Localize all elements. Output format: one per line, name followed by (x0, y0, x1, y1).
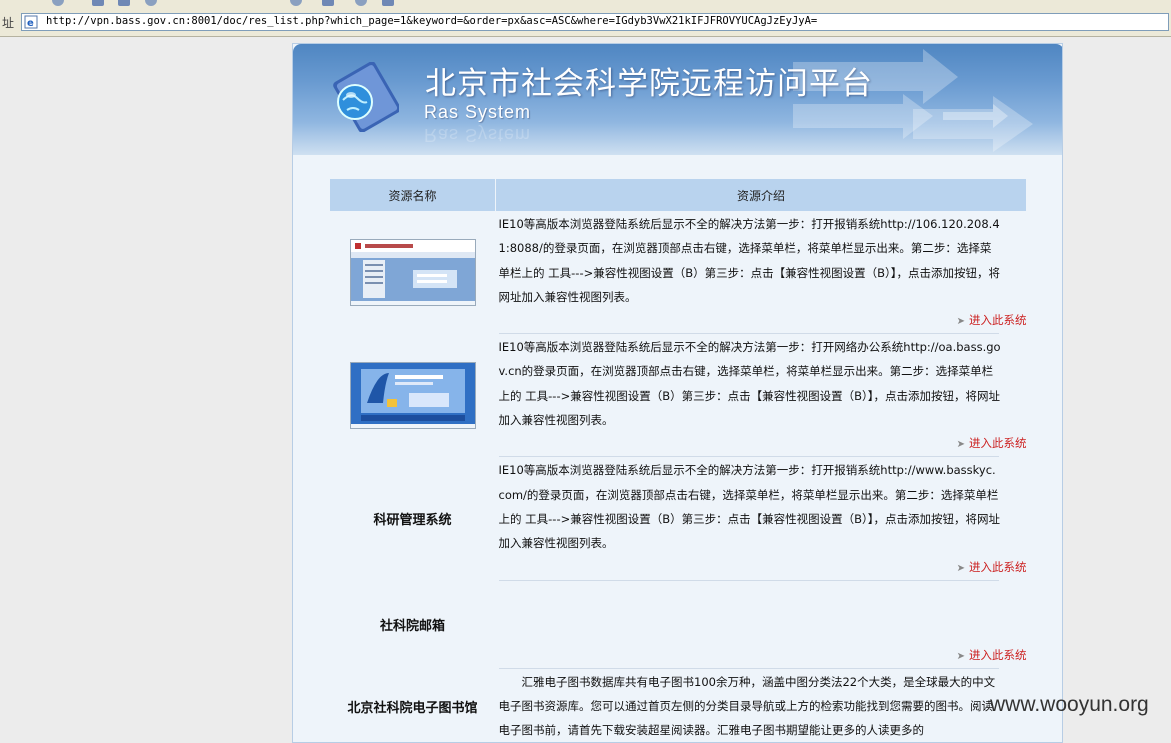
watermark-text: www.wooyun.org (990, 693, 1149, 716)
link-cell: ➤ 进入此系统 (496, 309, 1027, 333)
finance-system-thumbnail[interactable] (349, 239, 476, 307)
link-cell: ➤ 进入此系统 (496, 432, 1027, 456)
address-bar: 址 e http://vpn.bass.gov.cn:8001/doc/res_… (0, 10, 1171, 37)
page-icon[interactable] (92, 0, 104, 6)
resource-desc-cell: IE10等高版本浏览器登陆系统后显示不全的解决方法第一步：打开报销系统http:… (496, 458, 1027, 555)
favorites-icon[interactable] (322, 0, 334, 6)
enter-system-link[interactable]: 进入此系统 (969, 313, 1027, 327)
arrow-bullet-icon: ➤ (956, 562, 965, 574)
page-container: 北京市社会科学院远程访问平台 Ras System Ras System 资源名… (292, 43, 1063, 743)
url-text: http://vpn.bass.gov.cn:8001/doc/res_list… (46, 15, 818, 27)
svg-text:e: e (27, 18, 34, 29)
link-cell: ➤ 进入此系统 (496, 556, 1027, 580)
table-row: 科研管理系统 IE10等高版本浏览器登陆系统后显示不全的解决方法第一步：打开报销… (330, 458, 1027, 555)
refresh-icon[interactable] (145, 0, 157, 6)
resource-name-cell (330, 335, 496, 456)
column-header-desc: 资源介绍 (495, 178, 1027, 212)
page-title: 北京市社会科学院远程访问平台 (425, 66, 873, 102)
address-label: 址 (2, 16, 15, 30)
resource-name-cell (330, 212, 496, 334)
header-banner: 北京市社会科学院远程访问平台 Ras System Ras System (293, 44, 1062, 155)
globe-book-logo-icon (333, 62, 399, 132)
table-row: IE10等高版本浏览器登陆系统后显示不全的解决方法第一步：打开报销系统http:… (330, 212, 1027, 310)
resource-table: 资源名称 资源介绍 IE10等高版本浏览器登陆系统后显示不全的解决方法第一步：打… (329, 178, 1027, 742)
table-row: IE10等高版本浏览器登陆系统后显示不全的解决方法第一步：打开网络办公系统htt… (330, 335, 1027, 432)
resource-description: 汇雅电子图书数据库共有电子图书100余万种，涵盖中图分类法22个大类，是全球最大… (498, 674, 996, 738)
arrow-bullet-icon: ➤ (956, 650, 965, 662)
link-cell: ➤ 进入此系统 (496, 644, 1027, 668)
resource-desc-cell (496, 582, 1027, 644)
enter-system-link[interactable]: 进入此系统 (969, 648, 1027, 662)
resource-description (496, 582, 1027, 644)
office-automation-thumbnail[interactable] (349, 362, 476, 430)
column-header-name: 资源名称 (329, 178, 496, 212)
enter-system-link[interactable]: 进入此系统 (969, 436, 1027, 450)
resource-description: IE10等高版本浏览器登陆系统后显示不全的解决方法第一步：打开报销系统http:… (498, 217, 1001, 304)
home-icon[interactable] (290, 0, 302, 6)
resource-desc-cell: IE10等高版本浏览器登陆系统后显示不全的解决方法第一步：打开报销系统http:… (496, 212, 1027, 310)
resource-description: IE10等高版本浏览器登陆系统后显示不全的解决方法第一步：打开网络办公系统htt… (498, 340, 1001, 428)
page-subtitle: Ras System (424, 102, 532, 122)
resource-name-cell: 北京社科院电子图书馆 (347, 700, 478, 716)
enter-system-link[interactable]: 进入此系统 (969, 560, 1027, 574)
mail-icon[interactable] (382, 0, 394, 6)
resource-desc-cell: IE10等高版本浏览器登陆系统后显示不全的解决方法第一步：打开网络办公系统htt… (496, 335, 1027, 432)
resource-desc-cell: 汇雅电子图书数据库共有电子图书100余万种，涵盖中图分类法22个大类，是全球最大… (496, 670, 1027, 742)
history-icon[interactable] (355, 0, 367, 6)
subtitle-reflection: Ras System (424, 125, 532, 145)
arrow-bullet-icon: ➤ (956, 439, 965, 451)
resource-name-cell: 科研管理系统 (373, 513, 452, 529)
url-input[interactable]: e http://vpn.bass.gov.cn:8001/doc/res_li… (21, 13, 1169, 31)
save-icon[interactable] (118, 0, 130, 6)
table-row: 社科院邮箱 (330, 582, 1027, 644)
ie-page-icon: e (24, 15, 38, 29)
resource-name-cell: 社科院邮箱 (379, 619, 445, 635)
back-icon[interactable] (52, 0, 64, 6)
table-row: 北京社科院电子图书馆 汇雅电子图书数据库共有电子图书100余万种，涵盖中图分类法… (330, 670, 1027, 742)
browser-toolbar (0, 0, 1171, 10)
resource-description: IE10等高版本浏览器登陆系统后显示不全的解决方法第一步：打开报销系统http:… (498, 463, 1001, 551)
arrow-bullet-icon: ➤ (956, 316, 965, 328)
